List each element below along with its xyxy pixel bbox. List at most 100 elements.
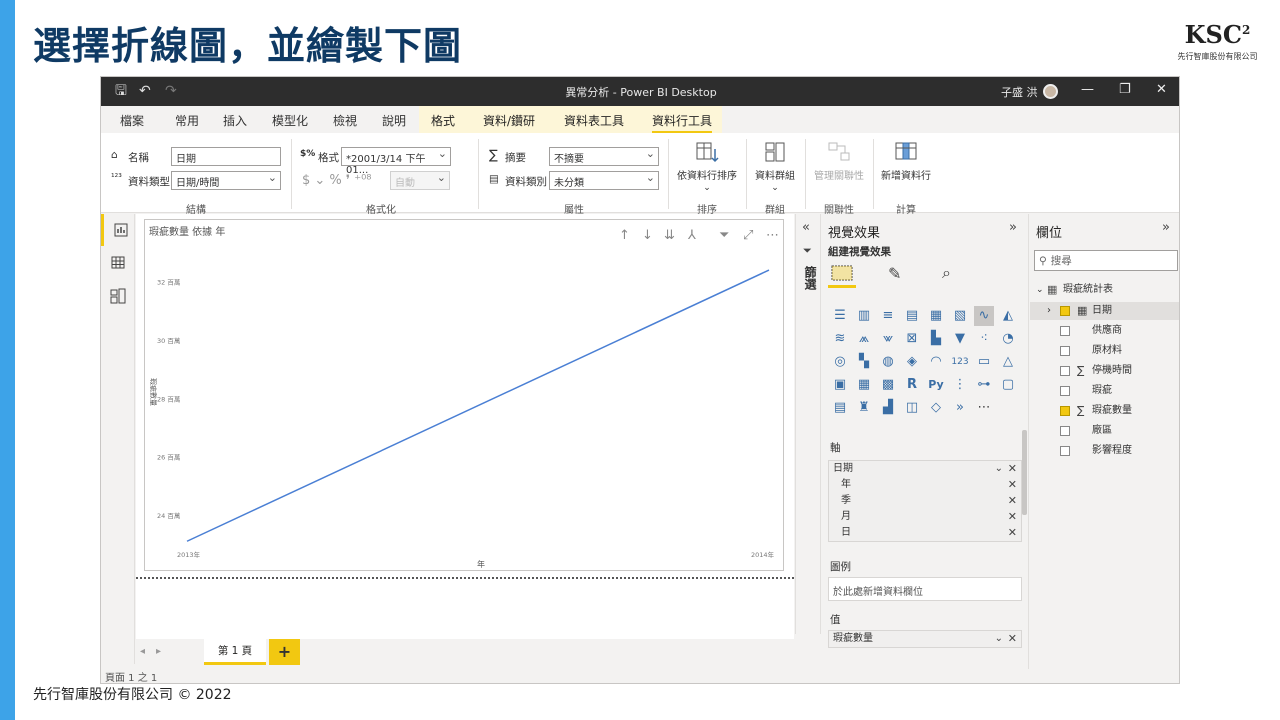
multirow-card-icon[interactable]: ▭ bbox=[974, 352, 994, 372]
summary-select[interactable]: 不摘要 bbox=[549, 147, 659, 166]
100-column-icon[interactable]: ▧ bbox=[950, 306, 970, 326]
line-chart-visual[interactable]: 瑕疵數量 依據 年 ↑ ↓ ⇊ ⅄ ⏷ ⤢ ⋯ 24 百萬 26 百萬 28 百萬 3… bbox=[144, 219, 784, 571]
model-view-button[interactable] bbox=[101, 280, 135, 312]
field-checkbox[interactable] bbox=[1060, 406, 1070, 416]
chevron-down-icon[interactable]: ⌄ bbox=[1036, 281, 1044, 299]
field-item[interactable]: ∑ 瑕疵數量 bbox=[1030, 402, 1179, 420]
values-well[interactable]: 瑕疵數量 ⌄ ✕ bbox=[828, 630, 1022, 648]
field-checkbox[interactable] bbox=[1060, 326, 1070, 336]
field-checkbox[interactable] bbox=[1060, 446, 1070, 456]
user-avatar[interactable] bbox=[1043, 84, 1058, 99]
python-visual-icon[interactable]: Py bbox=[926, 375, 946, 395]
fields-search-input[interactable]: ⚲ 搜尋 bbox=[1034, 250, 1178, 271]
ribbon-chart-icon[interactable]: ⊠ bbox=[902, 329, 922, 349]
tab-modeling[interactable]: 模型化 bbox=[272, 112, 308, 129]
currency-icon[interactable]: $ ⌄ % ❜ ⁺⁰⁸ bbox=[302, 173, 372, 188]
field-item[interactable]: 影響程度 bbox=[1030, 442, 1179, 460]
remove-field-icon[interactable]: ✕ bbox=[1008, 477, 1017, 493]
tab-insert[interactable]: 插入 bbox=[223, 112, 247, 129]
field-item[interactable]: › ▦ 日期 bbox=[1030, 302, 1179, 320]
new-column-button[interactable]: 新增資料行 bbox=[877, 141, 935, 182]
remove-field-icon[interactable]: ✕ bbox=[1008, 525, 1017, 541]
collapse-viz-icon[interactable]: » bbox=[1009, 220, 1017, 235]
user-name[interactable]: 子盛 洪 bbox=[1001, 84, 1038, 100]
field-item[interactable]: 原材料 bbox=[1030, 342, 1179, 360]
values-field[interactable]: 瑕疵數量 ⌄ ✕ bbox=[829, 631, 1021, 647]
minimize-icon[interactable]: — bbox=[1081, 82, 1094, 97]
series-line[interactable] bbox=[186, 269, 770, 542]
page-next-icon[interactable]: ▸ bbox=[156, 646, 161, 657]
tab-help[interactable]: 說明 bbox=[382, 112, 406, 129]
remove-field-icon[interactable]: ✕ bbox=[1008, 461, 1017, 477]
kpi-icon[interactable]: △ bbox=[998, 352, 1018, 372]
axis-well[interactable]: 日期 ⌄ ✕ 年 ✕ 季 ✕ 月 ✕ 日 ✕ bbox=[828, 460, 1022, 542]
remove-field-icon[interactable]: ✕ bbox=[1008, 509, 1017, 525]
page-prev-icon[interactable]: ◂ bbox=[140, 646, 145, 657]
power-automate-icon[interactable]: » bbox=[950, 398, 970, 418]
line-clustered-icon[interactable]: ⩖ bbox=[878, 329, 898, 349]
viz-pane-scrollbar[interactable] bbox=[1022, 430, 1027, 515]
axis-field-month[interactable]: 月 ✕ bbox=[829, 509, 1021, 525]
stacked-bar-icon[interactable]: ☰ bbox=[830, 306, 850, 326]
axis-field-date[interactable]: 日期 ⌄ ✕ bbox=[829, 461, 1021, 477]
gauge-icon[interactable]: ◠ bbox=[926, 352, 946, 372]
field-checkbox[interactable] bbox=[1060, 346, 1070, 356]
line-chart-type-icon[interactable]: ∿ bbox=[974, 306, 994, 326]
category-select[interactable]: 未分類 bbox=[549, 171, 659, 190]
build-visual-tab[interactable] bbox=[828, 262, 856, 288]
field-item[interactable]: ∑ 停機時間 bbox=[1030, 362, 1179, 380]
legend-well[interactable]: 於此處新增資料欄位 bbox=[828, 577, 1022, 601]
page-tab-1[interactable]: 第 1 頁 bbox=[204, 639, 266, 665]
axis-field-quarter[interactable]: 季 ✕ bbox=[829, 493, 1021, 509]
tab-table-tools[interactable]: 資料表工具 bbox=[564, 112, 624, 129]
smart-narrative-icon[interactable]: ▤ bbox=[830, 398, 850, 418]
slicer-icon[interactable]: ▣ bbox=[830, 375, 850, 395]
clustered-bar-icon[interactable]: ≡ bbox=[878, 306, 898, 326]
add-page-button[interactable]: + bbox=[269, 639, 300, 665]
tab-view[interactable]: 檢視 bbox=[333, 112, 357, 129]
more-visuals-icon[interactable]: ⋯ bbox=[974, 398, 994, 418]
funnel-icon[interactable]: ▼ bbox=[950, 329, 970, 349]
goals-icon[interactable]: ♜ bbox=[854, 398, 874, 418]
paginated-report-icon[interactable]: ▟ bbox=[878, 398, 898, 418]
report-view-button[interactable] bbox=[101, 214, 135, 246]
format-select[interactable]: *2001/3/14 下午 01... bbox=[341, 147, 451, 176]
expand-filters-icon[interactable]: « bbox=[802, 220, 810, 235]
restore-icon[interactable]: ❐ bbox=[1119, 82, 1131, 97]
stacked-area-icon[interactable]: ≋ bbox=[830, 329, 850, 349]
collapse-fields-icon[interactable]: » bbox=[1162, 220, 1170, 235]
clustered-column-icon[interactable]: ▤ bbox=[902, 306, 922, 326]
name-input[interactable]: 日期 bbox=[171, 147, 281, 166]
waterfall-icon[interactable]: ▙ bbox=[926, 329, 946, 349]
tab-file[interactable]: 檔案 bbox=[120, 112, 144, 129]
axis-field-year[interactable]: 年 ✕ bbox=[829, 477, 1021, 493]
field-item[interactable]: 廠區 bbox=[1030, 422, 1179, 440]
donut-icon[interactable]: ◎ bbox=[830, 352, 850, 372]
data-view-button[interactable] bbox=[101, 247, 135, 279]
field-item[interactable]: 瑕疵 bbox=[1030, 382, 1179, 400]
report-canvas[interactable]: 瑕疵數量 依據 年 ↑ ↓ ⇊ ⅄ ⏷ ⤢ ⋯ 24 百萬 26 百萬 28 百萬 3… bbox=[136, 214, 794, 639]
tab-column-tools[interactable]: 資料行工具 bbox=[652, 112, 713, 133]
field-checkbox[interactable] bbox=[1060, 426, 1070, 436]
arcgis-icon[interactable]: ◫ bbox=[902, 398, 922, 418]
field-checkbox[interactable] bbox=[1060, 306, 1070, 316]
analytics-icon[interactable]: ⌕ bbox=[942, 263, 951, 283]
filters-pane-collapsed[interactable]: « ⏷ 篩選 bbox=[795, 214, 821, 634]
format-brush-icon[interactable]: ✎ bbox=[888, 264, 901, 283]
tab-format[interactable]: 格式 bbox=[431, 112, 455, 129]
matrix-icon[interactable]: ▩ bbox=[878, 375, 898, 395]
tab-data-drill[interactable]: 資料/鑽研 bbox=[483, 112, 535, 129]
axis-field-day[interactable]: 日 ✕ bbox=[829, 525, 1021, 541]
card-icon[interactable]: 123 bbox=[950, 352, 970, 372]
100-bar-icon[interactable]: ▦ bbox=[926, 306, 946, 326]
sort-by-column-button[interactable]: 依資料行排序 ⌄ bbox=[673, 141, 741, 193]
data-groups-button[interactable]: 資料群組 ⌄ bbox=[749, 141, 801, 193]
line-column-icon[interactable]: ⩕ bbox=[854, 329, 874, 349]
qa-icon[interactable]: ▢ bbox=[998, 375, 1018, 395]
table-node[interactable]: ⌄ ▦ 瑕疵統計表 bbox=[1030, 281, 1179, 299]
r-visual-icon[interactable]: R bbox=[902, 375, 922, 395]
table-visual-icon[interactable]: ▦ bbox=[854, 375, 874, 395]
datatype-select[interactable]: 日期/時間 bbox=[171, 171, 281, 190]
field-checkbox[interactable] bbox=[1060, 366, 1070, 376]
stacked-column-icon[interactable]: ▥ bbox=[854, 306, 874, 326]
